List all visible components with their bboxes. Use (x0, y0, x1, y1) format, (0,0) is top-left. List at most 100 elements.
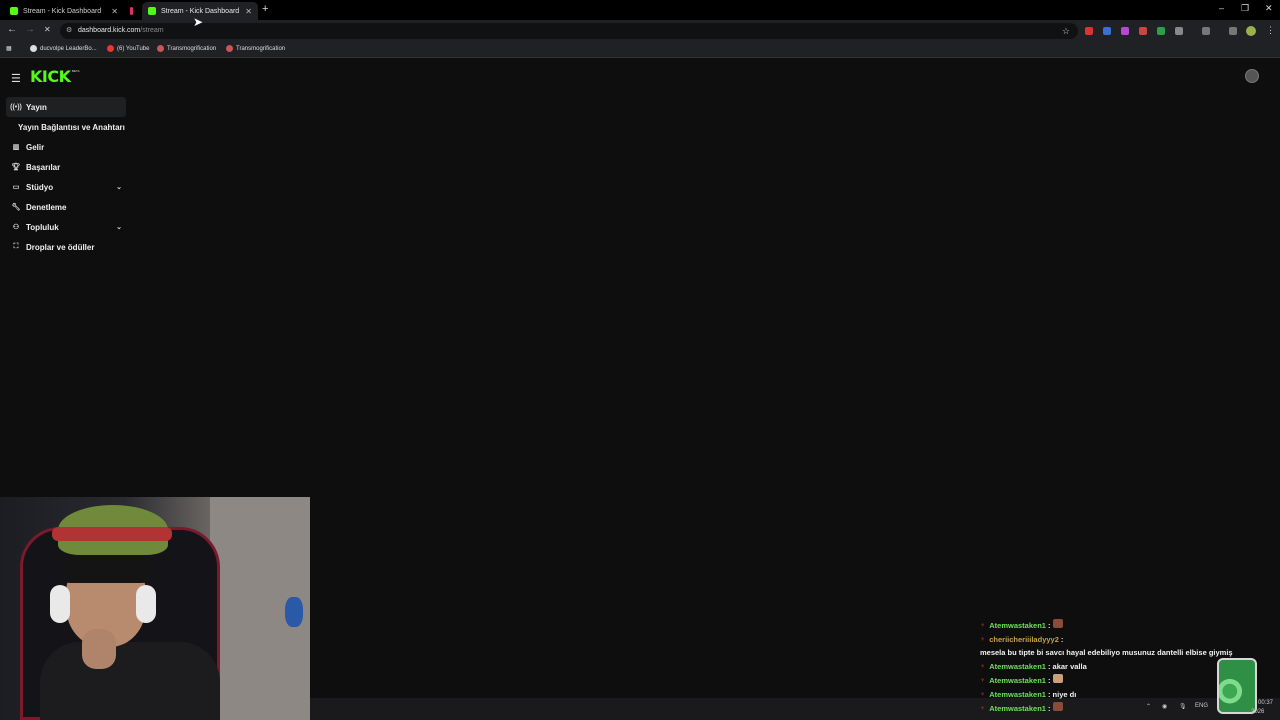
url-path: /stream (140, 27, 164, 34)
sidebar-item-topluluk[interactable]: ⚇ Topluluk ⌄ (6, 217, 126, 237)
chat-separator: : (1047, 704, 1051, 713)
hat-band (52, 527, 172, 541)
apps-grid-icon[interactable]: ▦ (6, 45, 12, 52)
person-body (40, 642, 220, 720)
close-icon[interactable]: ✕ (245, 7, 252, 16)
chat-username: Atemwastaken1 (989, 662, 1046, 671)
clock-time[interactable]: 00:37 (1258, 700, 1273, 706)
sidebar-item-denetleme[interactable]: 🔧︎ Denetleme (6, 197, 126, 217)
tray-chevron-icon[interactable]: ⌃ (1146, 703, 1151, 710)
kick-logo[interactable]: KICK (30, 67, 71, 86)
studio-icon: ▭ (12, 184, 20, 191)
kick-favicon-icon (10, 7, 18, 15)
trophy-icon: 🏆︎ (11, 164, 21, 171)
browser-tab-1[interactable]: Stream - Kick Dashboard ✕ (4, 2, 124, 20)
chat-username: Atemwastaken1 (989, 690, 1046, 699)
chat-text: mesela bu tipte bi savcı hayal edebiliyo… (980, 648, 1233, 657)
extension-icon[interactable] (1103, 27, 1111, 35)
bookmarks-bar: ▦ ducvolpe LeaderBo... (6) YouTube Trans… (0, 42, 1280, 58)
bookmark-star-icon[interactable]: ☆ (1062, 23, 1070, 39)
hamburger-menu-icon[interactable]: ☰ (11, 72, 21, 85)
tab-title: Stream - Kick Dashboard (161, 7, 240, 15)
chat-text: akar valla (1052, 662, 1087, 671)
chat-separator: : (1060, 635, 1064, 644)
bookmark-item[interactable]: Transmogrification (226, 45, 285, 52)
headphone-left (50, 585, 70, 623)
bookmark-favicon-icon (226, 45, 233, 52)
language-indicator[interactable]: ENG (1195, 703, 1208, 709)
microphone-icon[interactable]: 🎙︎ (1179, 703, 1187, 710)
sidebar-item-droplar[interactable]: ⛶ Droplar ve ödüller (6, 237, 126, 257)
forward-icon[interactable]: → (25, 24, 35, 35)
extensions-puzzle-icon[interactable] (1175, 27, 1183, 35)
bookmark-label: (6) YouTube (117, 45, 150, 52)
sidebar: ((•)) Yayın Yayın Bağlantısı ve Anahtarı… (6, 97, 126, 257)
kick-badge-icon: ♆ (980, 622, 986, 629)
chat-emote-icon (1053, 674, 1064, 683)
user-avatar[interactable] (1245, 69, 1259, 83)
kick-favicon-icon (148, 7, 156, 15)
close-icon[interactable]: ✕ (111, 7, 118, 16)
kick-badge-icon: ♆ (980, 636, 986, 643)
browser-tab-2[interactable] (126, 2, 142, 20)
chat-message: ♆ cheriicheriiiladyyy2 : mesela bu tipte… (980, 633, 1270, 659)
bookmark-item[interactable]: (6) YouTube (107, 45, 149, 52)
chevron-down-icon[interactable]: ⌄ (116, 183, 122, 191)
instagram-favicon-icon (130, 7, 133, 15)
clock-date[interactable]: ...2026 (1246, 709, 1264, 715)
bookmark-favicon-icon (30, 45, 37, 52)
bookmark-label: ducvolpe LeaderBo... (40, 45, 97, 52)
sidebar-item-stream-key[interactable]: Yayın Bağlantısı ve Anahtarı (6, 117, 126, 137)
bookmark-item[interactable]: Transmogrification (157, 45, 216, 52)
chat-username: Atemwastaken1 (989, 704, 1046, 713)
tray-app-icon[interactable]: ◉ (1162, 703, 1167, 710)
youtube-icon (107, 45, 114, 52)
sidebar-item-label: Gelir (26, 142, 45, 152)
address-bar[interactable]: ⚙ dashboard.kick.com/stream ☆ (60, 23, 1078, 39)
browser-toolbar: ← → ✕ ⚙ dashboard.kick.com/stream ☆ ⋮ (0, 20, 1280, 42)
chat-username: Atemwastaken1 (989, 621, 1046, 630)
mouse-cursor-icon: ➤ (193, 15, 204, 29)
stop-loading-icon[interactable]: ✕ (44, 25, 51, 34)
chart-icon: ▥ (12, 144, 20, 151)
site-info-icon[interactable]: ⚙ (66, 23, 72, 39)
profile-avatar-icon[interactable] (1246, 26, 1256, 36)
sidebar-item-studyo[interactable]: ▭ Stüdyo ⌄ (6, 177, 126, 197)
extension-icon[interactable] (1157, 27, 1165, 35)
menu-kebab-icon[interactable]: ⋮ (1266, 25, 1275, 36)
sidebar-item-label: Yayın (26, 102, 47, 112)
chat-username: cheriicheriiiladyyy2 (989, 635, 1059, 644)
sidebar-item-label: Başarılar (26, 162, 61, 172)
back-icon[interactable]: ← (7, 24, 17, 35)
minimize-icon[interactable]: – (1219, 3, 1224, 13)
sidebar-item-label: Topluluk (26, 222, 59, 232)
chat-username: Atemwastaken1 (989, 676, 1046, 685)
kick-badge-icon: ♆ (980, 677, 986, 684)
restore-icon[interactable]: ❐ (1241, 3, 1249, 14)
bookmark-favicon-icon (157, 45, 164, 52)
community-icon: ⚇ (12, 224, 20, 231)
sidebar-item-gelir[interactable]: ▥ Gelir (6, 137, 126, 157)
chat-emote-icon (1053, 619, 1064, 628)
extension-icon[interactable] (1121, 27, 1129, 35)
bookmark-item[interactable]: ducvolpe LeaderBo... (30, 45, 97, 52)
webcam-overlay (0, 497, 310, 720)
sidebar-item-label: Yayın Bağlantısı ve Anahtarı (18, 122, 125, 132)
cast-icon[interactable] (1229, 27, 1237, 35)
sidebar-item-yayin[interactable]: ((•)) Yayın (6, 97, 126, 117)
gift-icon: ⛶ (13, 243, 19, 250)
sidepanel-icon[interactable] (1202, 27, 1210, 35)
chevron-down-icon[interactable]: ⌄ (116, 223, 122, 231)
kick-badge-icon: ♆ (980, 691, 986, 698)
sidebar-item-basarilar[interactable]: 🏆︎ Başarılar (6, 157, 126, 177)
close-window-icon[interactable]: ✕ (1265, 3, 1273, 14)
chat-separator: : (1047, 676, 1051, 685)
chat-emote-icon (1053, 702, 1064, 711)
new-tab-button[interactable]: + (262, 3, 268, 15)
extension-icon[interactable] (1085, 27, 1093, 35)
tab-title: Stream - Kick Dashboard (23, 7, 102, 15)
wrench-icon: 🔧︎ (11, 204, 21, 211)
blue-figurine (285, 597, 303, 627)
extension-icon[interactable] (1139, 27, 1147, 35)
sidebar-item-label: Stüdyo (26, 182, 54, 192)
